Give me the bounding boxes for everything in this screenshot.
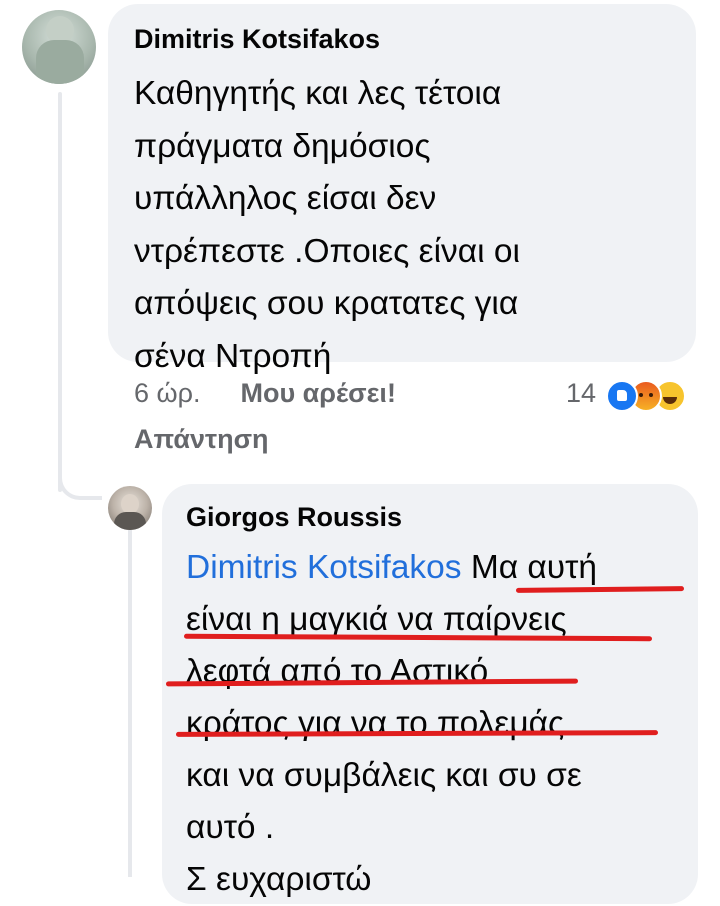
- comment-text: Καθηγητής και λες τέτοια πράγματα δημόσι…: [134, 68, 674, 383]
- reply-line: αυτό .: [186, 809, 275, 846]
- avatar-head: [121, 494, 139, 514]
- reply-line: και να συμβάλεις και συ σε: [186, 757, 582, 794]
- reply-line: λεφτά από το Αστικό: [186, 653, 489, 690]
- mention-link[interactable]: Dimitris Kotsifakos: [186, 549, 462, 586]
- comment-author[interactable]: Dimitris Kotsifakos: [134, 24, 380, 55]
- comment-meta: 6 ώρ. Μου αρέσει!: [134, 378, 396, 409]
- like-icon[interactable]: [606, 380, 638, 412]
- comment-line: υπάλληλος είσαι δεν: [134, 180, 437, 217]
- comment-line: Καθηγητής και λες τέτοια: [134, 75, 502, 112]
- comment-line: σένα Ντροπή: [134, 337, 332, 375]
- reaction-count[interactable]: 14: [566, 378, 596, 409]
- avatar-body: [36, 40, 84, 84]
- thread-connector: [58, 452, 102, 500]
- reply-button[interactable]: Απάντηση: [134, 424, 269, 455]
- avatar-body: [114, 512, 146, 530]
- avatar[interactable]: [22, 10, 96, 84]
- thread-line: [58, 92, 62, 492]
- reply-thread-line: [128, 530, 132, 877]
- comment-line: ντρέπεστε .Οποιες είναι οι: [134, 232, 520, 270]
- reply-avatar[interactable]: [108, 486, 152, 530]
- reply-line: κράτος για να το πολεμάς: [186, 705, 565, 742]
- comment-line: πράγματα δημόσιος: [134, 127, 431, 165]
- reply-author[interactable]: Giorgos Roussis: [186, 502, 402, 533]
- like-button[interactable]: Μου αρέσει!: [240, 378, 395, 408]
- comment-time[interactable]: 6 ώρ.: [134, 378, 200, 408]
- reply-line-rest: Μα αυτή: [470, 549, 597, 586]
- reply-line: Σ ευχαριστώ: [186, 861, 372, 898]
- reply-text: Dimitris Kotsifakos Μα αυτή είναι η μαγκ…: [186, 542, 686, 906]
- comment-line: απόψεις σου κρατατες για: [134, 285, 519, 322]
